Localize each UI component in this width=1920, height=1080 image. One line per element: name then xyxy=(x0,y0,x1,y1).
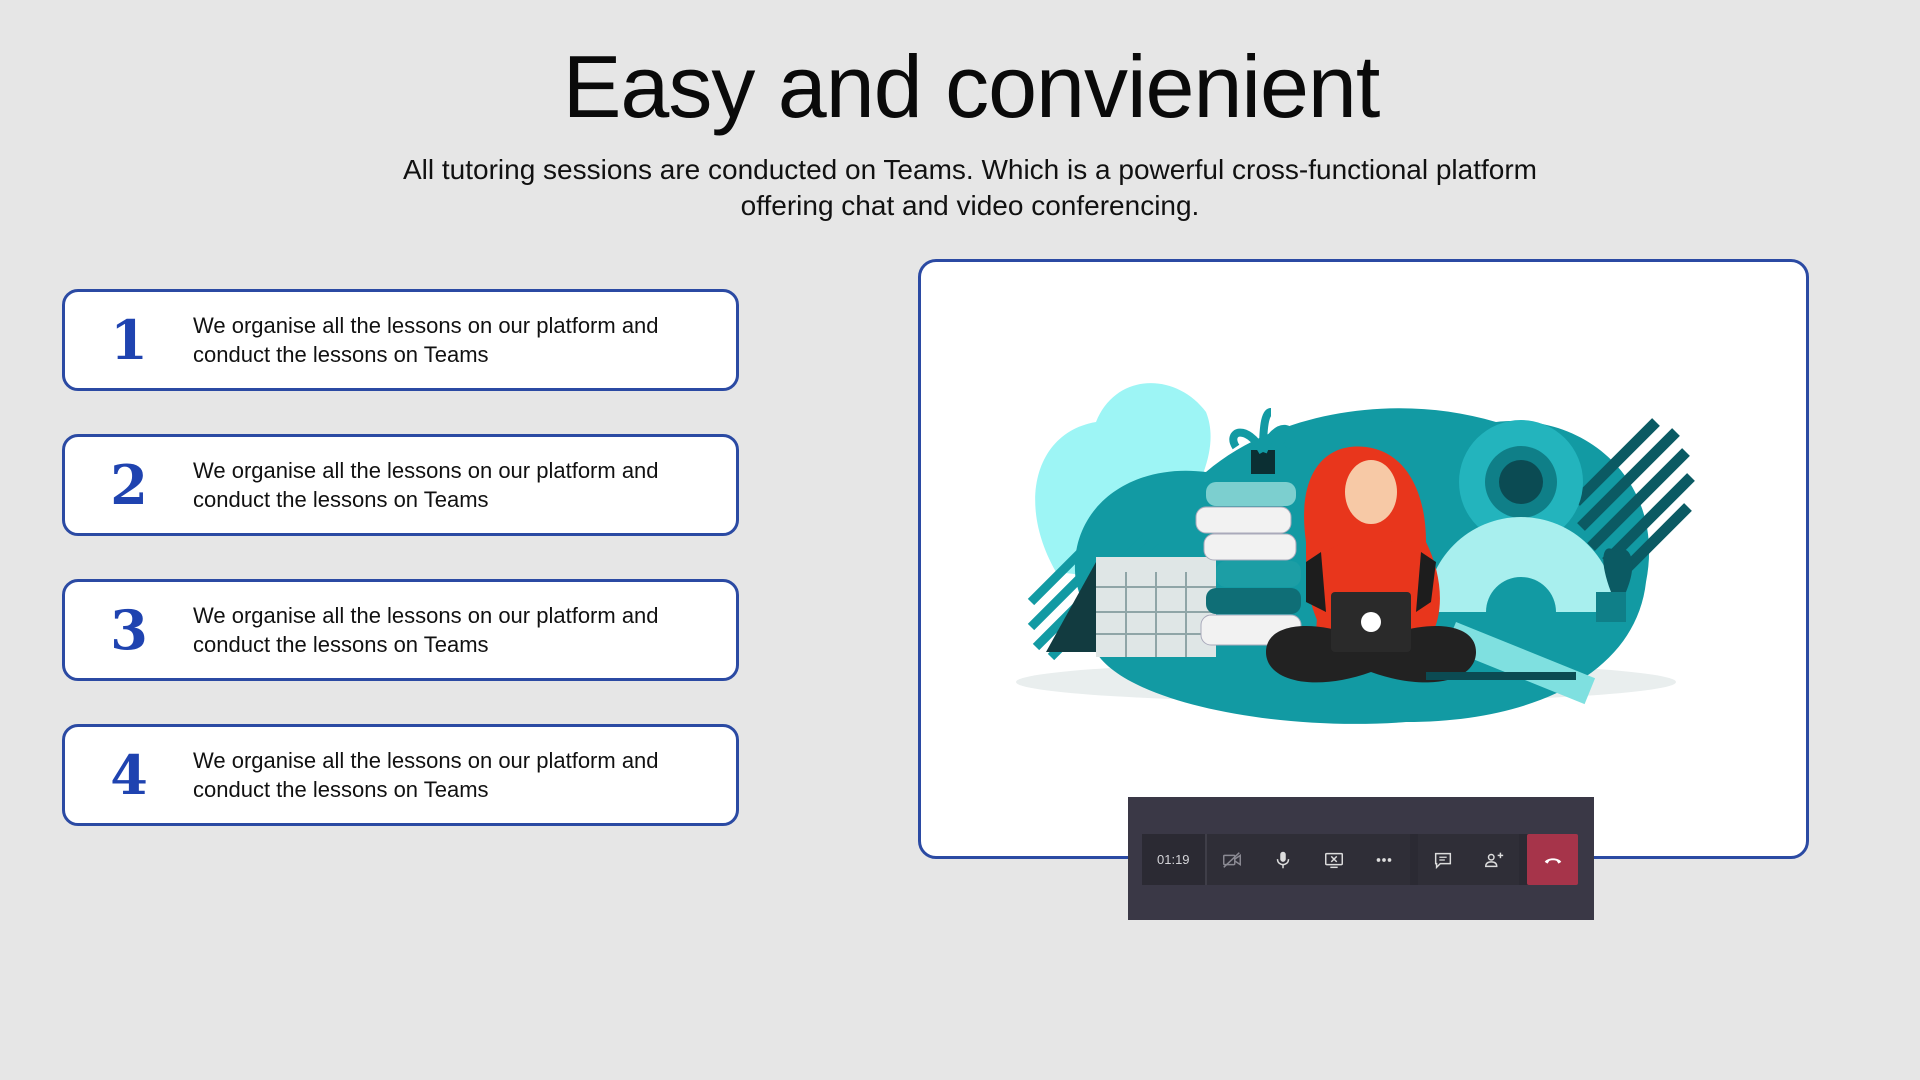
step-number: 3 xyxy=(110,598,148,662)
more-options-button[interactable] xyxy=(1359,834,1410,885)
call-toolbar: 01:19 xyxy=(1142,834,1578,885)
student-laptop-illustration xyxy=(1016,383,1695,724)
step-card-4: 4 We organise all the lessons on our pla… xyxy=(62,724,739,826)
participants-button[interactable] xyxy=(1468,834,1520,885)
page-title: Easy and convienient xyxy=(562,37,1381,136)
step-number: 2 xyxy=(110,453,148,517)
divider xyxy=(1409,834,1418,885)
more-options-icon xyxy=(1377,857,1392,862)
stop-share-icon xyxy=(1324,852,1343,868)
video-off-icon xyxy=(1222,851,1241,868)
steps-list: 1 We organise all the lessons on our pla… xyxy=(62,289,739,869)
step-text: We organise all the lessons on our platf… xyxy=(193,313,659,367)
microphone-icon xyxy=(1276,851,1289,868)
step-number: 1 xyxy=(110,308,148,372)
page-subtitle: All tutoring sessions are conducted on T… xyxy=(402,154,1537,221)
share-screen-button[interactable] xyxy=(1308,834,1359,885)
hang-up-icon xyxy=(1544,857,1561,864)
step-card-2: 2 We organise all the lessons on our pla… xyxy=(62,434,739,536)
chat-icon xyxy=(1434,852,1452,869)
mic-toggle-button[interactable] xyxy=(1257,834,1309,885)
illustration-card xyxy=(918,259,1809,859)
step-text: We organise all the lessons on our platf… xyxy=(193,603,659,657)
step-card-1: 1 We organise all the lessons on our pla… xyxy=(62,289,739,391)
step-text: We organise all the lessons on our platf… xyxy=(193,748,659,802)
hang-up-button[interactable] xyxy=(1527,834,1578,885)
participants-icon xyxy=(1484,852,1504,867)
teams-call-panel: 01:19 xyxy=(1128,797,1594,920)
call-timer: 01:19 xyxy=(1142,834,1205,885)
step-number: 4 xyxy=(110,743,148,807)
step-card-3: 3 We organise all the lessons on our pla… xyxy=(62,579,739,681)
video-toggle-button[interactable] xyxy=(1206,834,1258,885)
chat-button[interactable] xyxy=(1417,834,1469,885)
step-text: We organise all the lessons on our platf… xyxy=(193,458,659,512)
divider xyxy=(1519,834,1528,885)
